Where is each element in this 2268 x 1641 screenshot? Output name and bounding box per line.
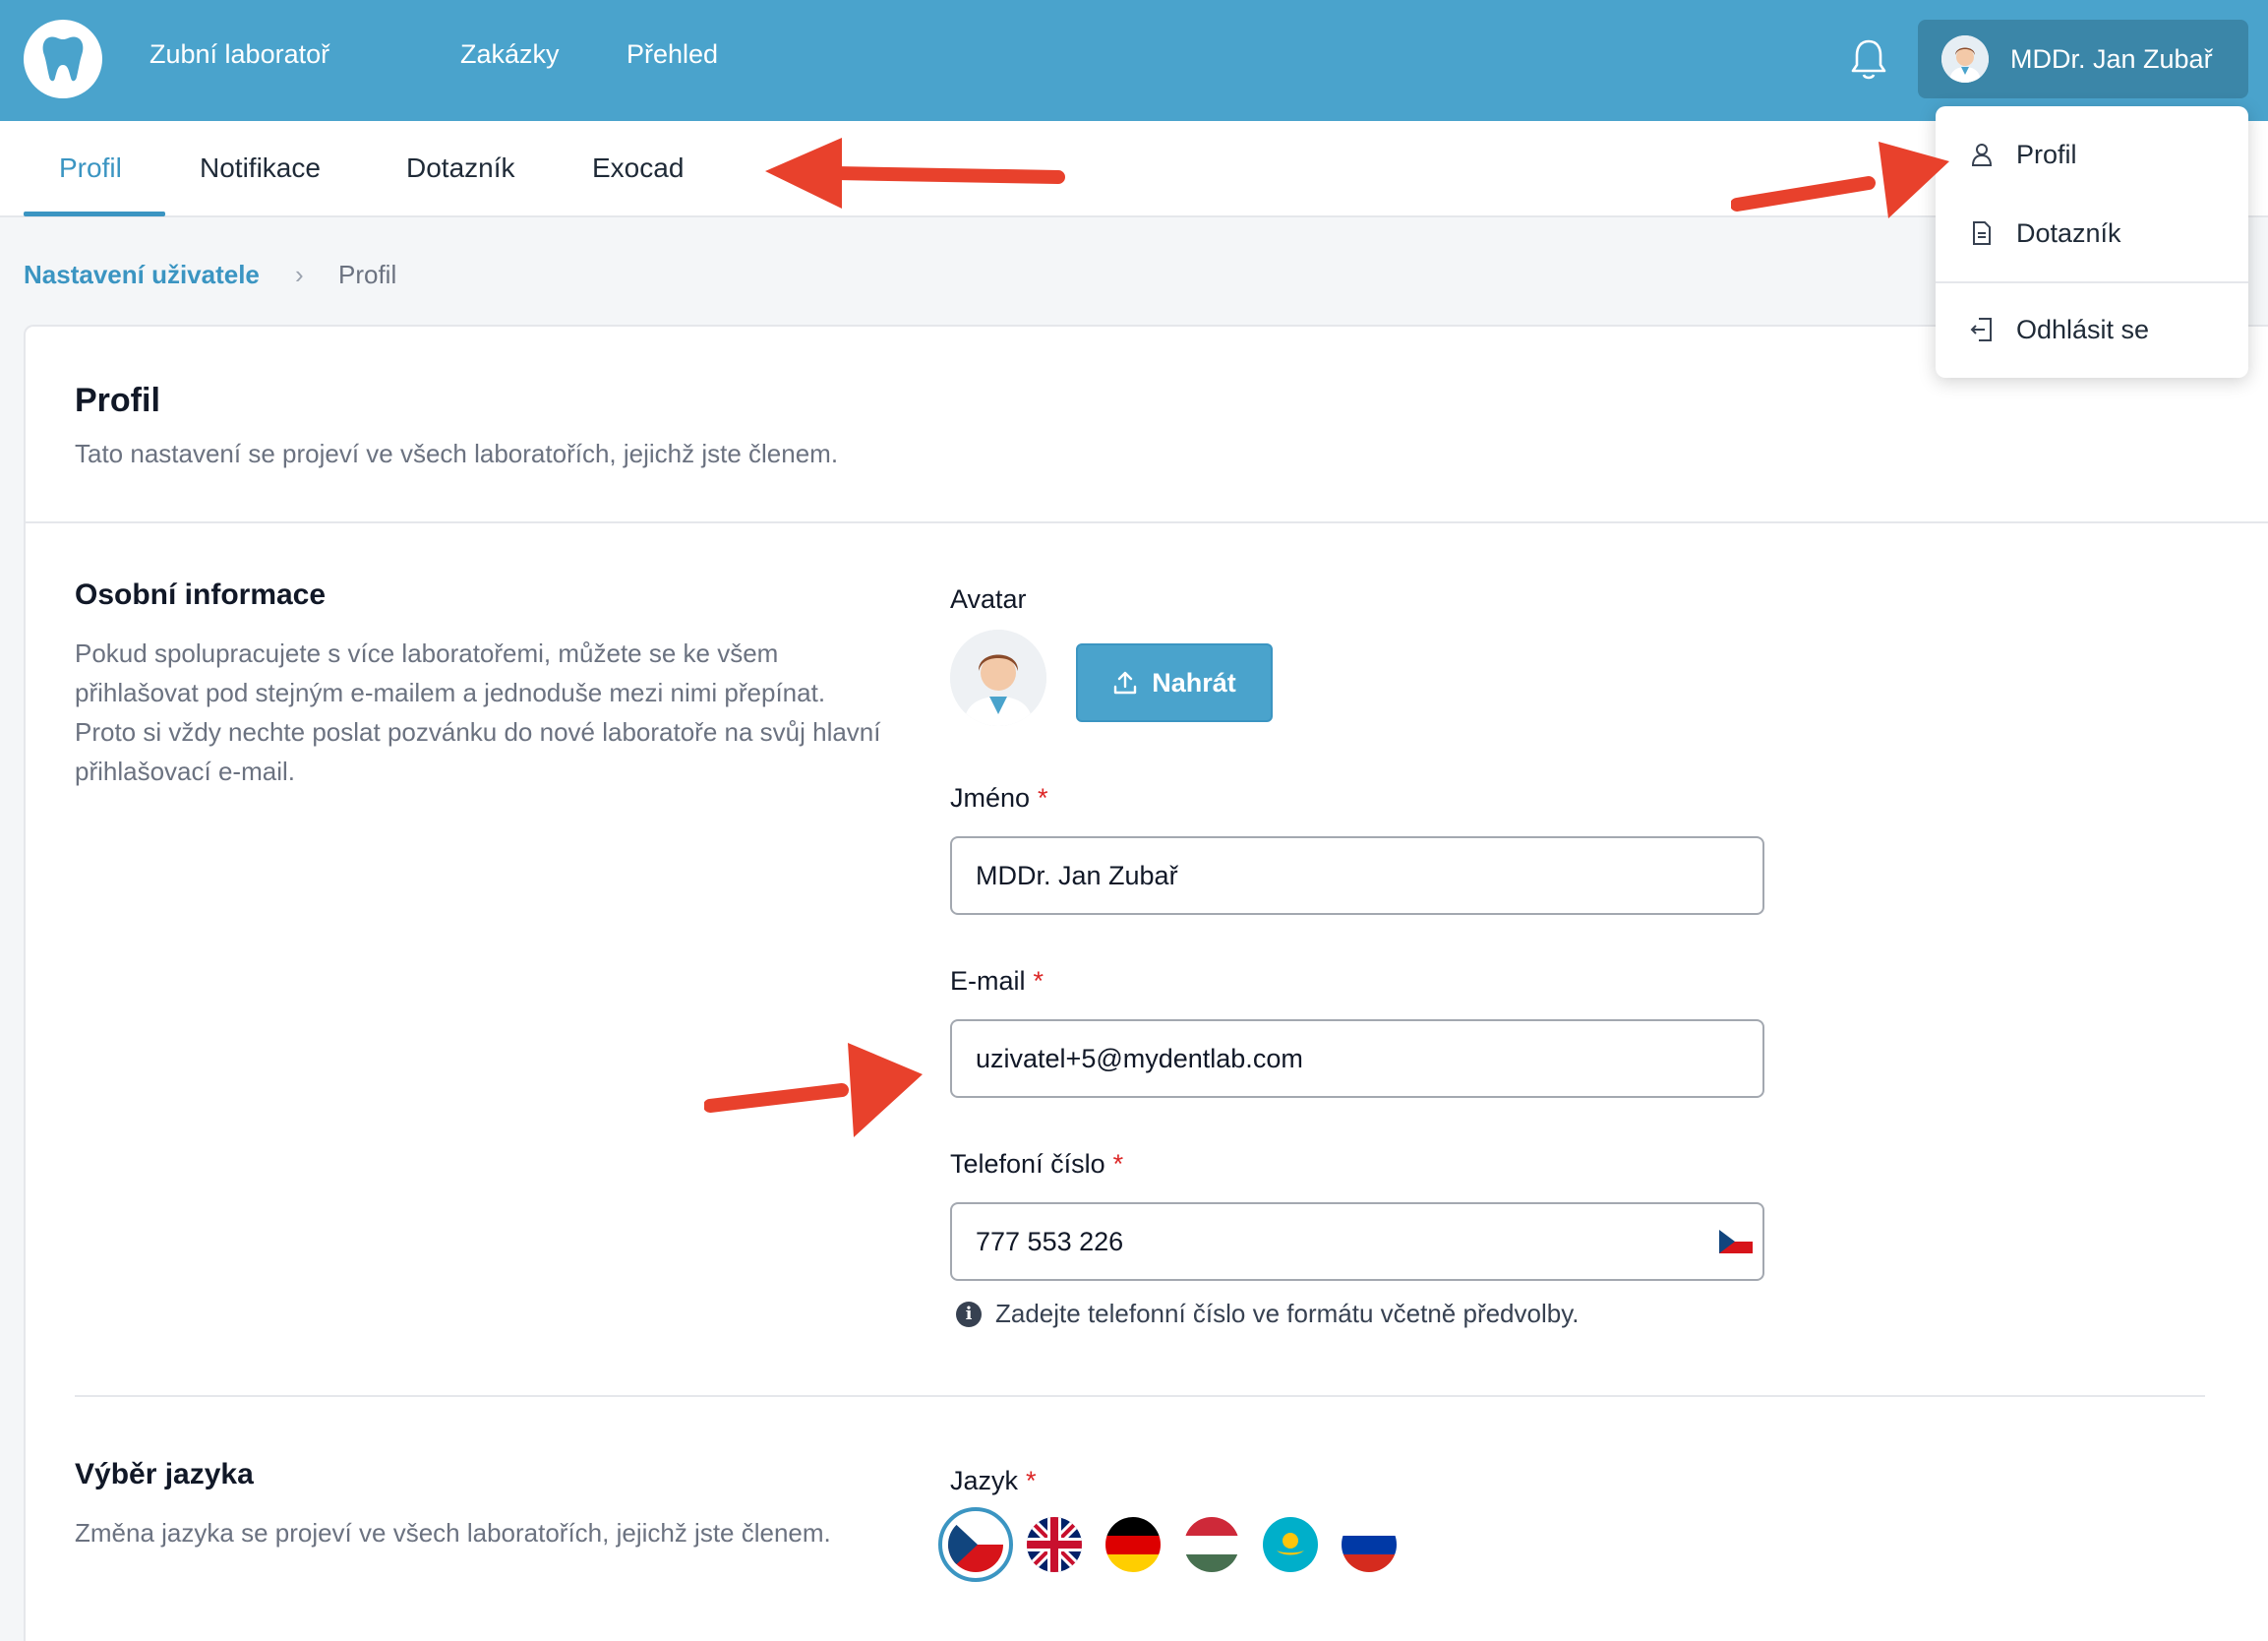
nav-zakazky[interactable]: Zakázky (460, 39, 560, 70)
upload-label: Nahrát (1152, 667, 1236, 698)
email-input[interactable]: uzivatel+5@mydentlab.com (950, 1019, 1764, 1098)
email-label: E-mail * (950, 966, 1044, 996)
user-dropdown-menu: Profil Dotazník Odhlásit se (1936, 106, 2248, 378)
document-icon (1973, 221, 1991, 245)
brand-name[interactable]: Zubní laboratoř (149, 39, 329, 70)
divider (26, 521, 2268, 523)
info-icon: i (956, 1301, 982, 1327)
divider (1936, 281, 2248, 283)
nav-prehled[interactable]: Přehled (627, 39, 718, 70)
kz-flag-icon[interactable] (1263, 1517, 1318, 1572)
tab-profil[interactable]: Profil (59, 152, 122, 184)
page-title: Profil (75, 382, 160, 419)
phone-label: Telefoní číslo * (950, 1149, 1124, 1179)
section-desc-personal: Pokud spolupracujete s více laboratořemi… (75, 638, 881, 786)
tab-exocad[interactable]: Exocad (592, 152, 684, 184)
phone-value: 777 553 226 (976, 1226, 1124, 1256)
phone-hint: i Zadejte telefonní číslo ve formátu vče… (956, 1299, 1580, 1329)
section-title-language: Výběr jazyka (75, 1458, 254, 1490)
tooth-logo-icon[interactable] (24, 20, 102, 98)
phone-input[interactable]: 777 553 226 (950, 1202, 1764, 1281)
upload-avatar-button[interactable]: Nahrát (1076, 643, 1273, 722)
section-title-personal: Osobní informace (75, 578, 327, 611)
profile-card: Profil Tato nastavení se projeví ve všec… (24, 325, 2268, 1641)
user-name: MDDr. Jan Zubař (2010, 43, 2213, 74)
chevron-right-icon: › (295, 260, 304, 289)
hu-flag-icon[interactable] (1184, 1517, 1239, 1572)
language-label: Jazyk * (950, 1466, 1037, 1495)
page-subtitle: Tato nastavení se projeví ve všech labor… (75, 439, 839, 468)
logout-icon (1970, 318, 1992, 341)
upload-icon (1114, 671, 1137, 695)
avatar-label: Avatar (950, 584, 1027, 614)
name-input[interactable]: MDDr. Jan Zubař (950, 836, 1764, 915)
breadcrumb-current: Profil (338, 260, 397, 289)
tab-bar: Profil Notifikace Dotazník Exocad (0, 121, 2268, 217)
tab-dotaznik[interactable]: Dotazník (406, 152, 515, 184)
menu-item-logout[interactable]: Odhlásit se (1936, 295, 2248, 364)
avatar-image (950, 630, 1046, 726)
user-avatar-icon (1941, 35, 1989, 83)
menu-item-dotaznik[interactable]: Dotazník (1936, 199, 2248, 268)
cz-flag-icon[interactable] (948, 1517, 1003, 1572)
name-label: Jméno * (950, 783, 1048, 813)
tab-notifikace[interactable]: Notifikace (200, 152, 321, 184)
user-icon (1971, 144, 1993, 166)
active-tab-indicator (24, 212, 165, 216)
divider (75, 1395, 2205, 1397)
breadcrumb-parent[interactable]: Nastavení uživatele (24, 260, 260, 290)
de-flag-icon[interactable] (1105, 1517, 1161, 1572)
uk-flag-icon[interactable] (1027, 1517, 1082, 1572)
top-navbar: Zubní laboratoř Zakázky Přehled MDDr. Ja… (0, 0, 2268, 121)
ru-flag-icon[interactable] (1342, 1517, 1397, 1572)
bell-icon[interactable] (1849, 37, 1888, 83)
cz-flag-icon[interactable] (1719, 1230, 1753, 1253)
user-menu-button[interactable]: MDDr. Jan Zubař (1918, 20, 2248, 98)
section-desc-language: Změna jazyka se projeví ve všech laborat… (75, 1518, 831, 1548)
menu-item-profil[interactable]: Profil (1936, 120, 2248, 189)
